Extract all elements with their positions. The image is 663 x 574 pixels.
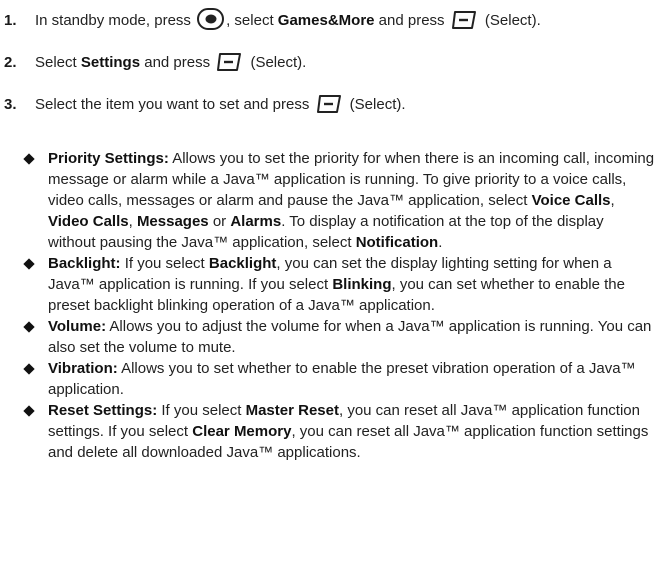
left-soft-key-icon xyxy=(316,94,344,114)
menu-name-games-more: Games&More xyxy=(277,12,375,29)
settings-options-list: Priority Settings: Allows you to set the… xyxy=(24,148,655,463)
center-select-key-icon xyxy=(197,8,225,31)
option-term: Backlight: xyxy=(48,255,121,272)
manual-page: 1. In standby mode, press , select Games… xyxy=(0,0,663,574)
step-number: 1. xyxy=(4,12,17,29)
option-term: Priority Settings: xyxy=(48,150,169,167)
left-soft-key-icon xyxy=(451,10,479,30)
diamond-bullet-icon xyxy=(24,154,34,164)
option-term: Reset Settings: xyxy=(48,402,158,419)
option-term: Vibration: xyxy=(48,360,118,377)
option-term: Volume: xyxy=(48,318,107,335)
left-soft-key-icon xyxy=(216,52,244,72)
list-item-backlight: Backlight: If you select Backlight, you … xyxy=(24,253,655,316)
menu-name-settings: Settings xyxy=(80,54,141,71)
list-item-reset-settings: Reset Settings: If you select Master Res… xyxy=(24,400,655,463)
diamond-bullet-icon xyxy=(24,406,34,416)
step-text: Select Settings and press (Select). xyxy=(35,52,306,73)
diamond-bullet-icon xyxy=(24,364,34,374)
list-item-priority-settings: Priority Settings: Allows you to set the… xyxy=(24,148,655,253)
step-number: 2. xyxy=(4,54,17,71)
step-number: 3. xyxy=(4,96,17,113)
step-text: In standby mode, press , select Games&Mo… xyxy=(35,8,541,31)
list-item-volume: Volume: Allows you to adjust the volume … xyxy=(24,316,655,358)
list-item-vibration: Vibration: Allows you to set whether to … xyxy=(24,358,655,400)
diamond-bullet-icon xyxy=(24,259,34,269)
diamond-bullet-icon xyxy=(24,322,34,332)
step-text: Select the item you want to set and pres… xyxy=(35,94,406,115)
